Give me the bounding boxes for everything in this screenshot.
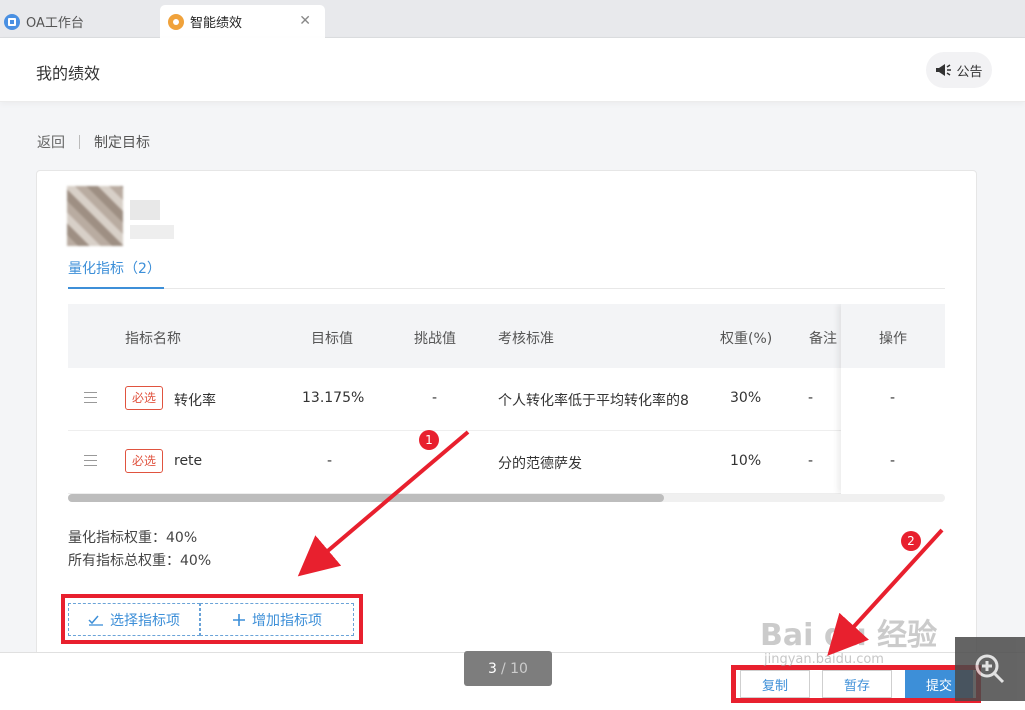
drag-handle-icon[interactable]: [84, 455, 97, 470]
page-title: 我的绩效: [36, 64, 101, 83]
weight-value: 30%: [730, 390, 762, 406]
watermark-logo: Bai du 经验: [760, 618, 938, 653]
remark-value: -: [808, 453, 814, 469]
zoom-in-icon[interactable]: [955, 637, 1025, 701]
tab-label: 智能绩效: [190, 16, 243, 31]
tab-quant-indicators[interactable]: 量化指标（2）: [68, 258, 161, 278]
page-header: 我的绩效 公告: [0, 38, 1025, 102]
column-header-standard: 考核标准: [498, 331, 554, 347]
annotation-highlight-box: [731, 665, 981, 703]
notice-button[interactable]: 公告: [926, 52, 992, 88]
notice-label: 公告: [956, 64, 983, 80]
column-header-name: 指标名称: [125, 331, 181, 347]
breadcrumb-divider: [79, 135, 80, 149]
megaphone-icon: [936, 64, 952, 76]
operation-header-bg: 操作: [841, 304, 945, 368]
breadcrumb-current: 制定目标: [94, 135, 150, 151]
column-header-challenge: 挑战值: [414, 331, 456, 347]
column-header-remark: 备注: [809, 331, 837, 347]
watermark-url: jingyan.baidu.com: [764, 652, 884, 667]
breadcrumb: 返回 制定目标: [37, 132, 150, 152]
total-weight-summary: 所有指标总权重：40%: [68, 553, 212, 569]
operation-value: -: [890, 390, 896, 406]
column-header-weight: 权重(%): [720, 331, 773, 347]
indicator-name: rete: [174, 453, 203, 469]
browser-tab-bar: OA工作台 智能绩效 ✕: [0, 0, 1025, 38]
table-row: 必选 rete - - 分的范德萨发 10% -: [68, 431, 945, 494]
indicator-table: 指标名称 目标值 挑战值 考核标准 权重(%) 备注 必选 转化率 13.175…: [68, 304, 945, 504]
app-logo-icon: [168, 13, 184, 30]
grid-icon: [4, 13, 20, 30]
page-current: 3: [488, 660, 497, 677]
page-total: / 10: [500, 660, 528, 677]
column-header-target: 目标值: [311, 331, 353, 347]
fixed-operation-column: 操作 - -: [841, 304, 945, 494]
table-header: 指标名称 目标值 挑战值 考核标准 权重(%) 备注: [68, 304, 945, 368]
standard-value: 分的范德萨发: [498, 456, 582, 472]
column-header-operation: 操作: [879, 331, 907, 347]
page-indicator: 3 / 10: [464, 651, 552, 686]
remark-value: -: [808, 390, 814, 406]
user-info-blurred: [130, 225, 174, 239]
annotation-badge: 2: [901, 531, 921, 551]
tab-smart-performance[interactable]: 智能绩效 ✕: [160, 5, 325, 38]
table-row: 必选 转化率 13.175% - 个人转化率低于平均转化率的8 30% -: [68, 368, 945, 431]
back-link[interactable]: 返回: [37, 132, 65, 152]
standard-value: 个人转化率低于平均转化率的8: [498, 393, 689, 409]
required-tag: 必选: [125, 386, 164, 410]
operation-value: -: [890, 453, 896, 469]
horizontal-scrollbar[interactable]: [68, 494, 945, 502]
subtab-divider: [68, 288, 945, 289]
avatar: [67, 186, 123, 246]
tab-oa-workbench[interactable]: OA工作台: [4, 5, 154, 38]
user-name-blurred: [130, 200, 160, 220]
tab-label: OA工作台: [26, 16, 84, 31]
annotation-highlight-box: [61, 594, 363, 644]
active-tab-underline: [68, 287, 164, 289]
indicator-name: 转化率: [174, 393, 216, 409]
weight-value: 10%: [730, 453, 762, 469]
required-tag: 必选: [125, 449, 164, 473]
target-value: -: [327, 453, 333, 469]
quant-weight-summary: 量化指标权重：40%: [68, 530, 198, 546]
target-value: 13.175%: [302, 390, 365, 406]
annotation-badge: 1: [419, 430, 439, 450]
drag-handle-icon[interactable]: [84, 392, 97, 407]
challenge-value: -: [432, 453, 438, 469]
close-icon[interactable]: ✕: [299, 13, 311, 29]
scrollbar-thumb[interactable]: [68, 494, 664, 502]
challenge-value: -: [432, 390, 438, 406]
